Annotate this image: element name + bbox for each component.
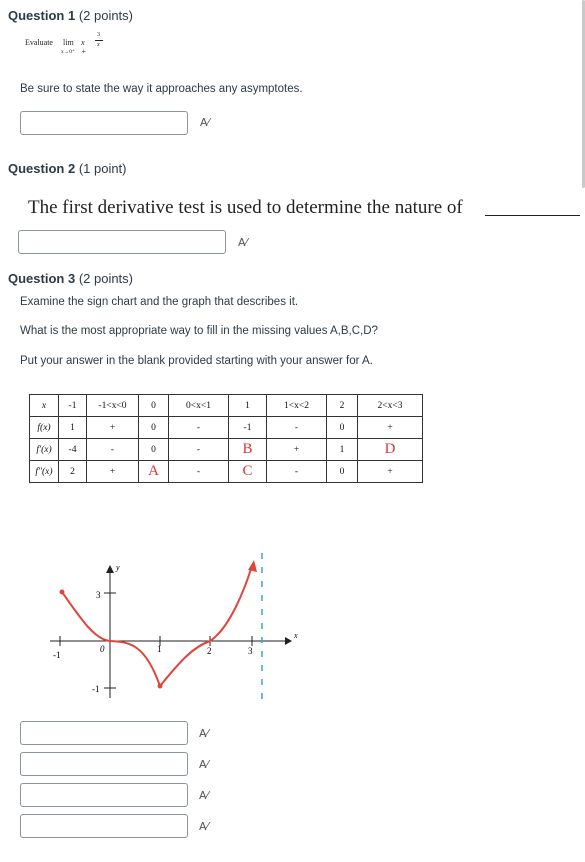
spellcheck-icon[interactable]: A⁄ [199, 727, 208, 740]
q1-expression: Evaluate lim x→0⁺ x + 3 x [25, 32, 103, 56]
table-cell: + [86, 460, 139, 483]
spellcheck-icon[interactable]: A⁄ [199, 820, 208, 833]
lim-label: lim [63, 38, 74, 47]
table-row: f(x) 1 + 0 - -1 - 0 + [29, 416, 423, 439]
table-cell: + [86, 416, 139, 439]
table-cell: 2 [58, 460, 87, 483]
table-cell: + [266, 438, 327, 461]
x-axis-arrow [285, 637, 292, 645]
table-cell: -1 [228, 416, 267, 439]
table-header-cell: 2<x<3 [357, 394, 423, 417]
q1-answer-input[interactable] [20, 111, 188, 135]
question-3-header: Question 3 (2 points) [8, 271, 133, 286]
table-row: f′(x) -4 - 0 - B + 1 D [29, 438, 423, 461]
table-cell: + [357, 416, 423, 439]
table-cell: f(x) [29, 416, 59, 439]
q3-line-2: What is the most appropriate way to fill… [20, 325, 378, 337]
evaluate-label: Evaluate [25, 38, 53, 47]
spellcheck-icon[interactable]: A⁄ [238, 236, 247, 249]
table-row: x -1 -1<x<0 0 0<x<1 1 1<x<2 2 2<x<3 [29, 394, 423, 417]
table-cell: - [86, 438, 139, 461]
table-cell: 0 [138, 416, 169, 439]
table-cell: - [168, 460, 229, 483]
table-header-cell: -1<x<0 [86, 394, 139, 417]
x-label-1: 1 [157, 644, 162, 654]
expr-text: x + [81, 38, 87, 56]
x-axis-label: x [293, 631, 298, 640]
spellcheck-icon[interactable]: A⁄ [199, 789, 208, 802]
table-cell: 1 [58, 416, 87, 439]
table-header-cell: x [29, 394, 59, 417]
q3-answer-input-b[interactable] [20, 752, 188, 776]
x-label-3: 3 [248, 646, 253, 656]
origin-label: 0 [100, 644, 105, 654]
frac-bar [95, 40, 103, 41]
function-graph: y x 3 -1 -1 0 1 2 3 [50, 553, 298, 703]
q2-prompt: The first derivative test is used to det… [28, 197, 463, 219]
table-cell-missing-a: A [138, 460, 169, 483]
table-row: f″(x) 2 + A - C - 0 + [29, 460, 423, 483]
table-header-cell: 0<x<1 [168, 394, 229, 417]
y-axis-arrow [106, 565, 114, 573]
table-cell: + [357, 460, 423, 483]
table-cell: 0 [326, 416, 358, 439]
table-header-cell: 1 [228, 394, 267, 417]
question-title: Question 1 [8, 8, 76, 23]
lim-approach: x→0⁺ [61, 49, 75, 55]
frac-denominator: x [97, 42, 100, 48]
table-header-cell: -1 [58, 394, 87, 417]
frac-numerator: 3 [97, 32, 100, 38]
q3-line-3: Put your answer in the blank provided st… [20, 355, 373, 367]
question-points: (2 points) [78, 271, 134, 286]
table-header-cell: 1<x<2 [266, 394, 327, 417]
question-2-header: Question 2 (1 point) [8, 161, 127, 176]
table-cell: 0 [138, 438, 169, 461]
spellcheck-icon[interactable]: A⁄ [200, 116, 209, 129]
question-points: (2 points) [78, 8, 134, 23]
sign-chart-table: x -1 -1<x<0 0 0<x<1 1 1<x<2 2 2<x<3 f(x)… [29, 394, 423, 483]
table-cell: 1 [326, 438, 358, 461]
table-header-cell: 2 [326, 394, 358, 417]
table-cell: f′(x) [29, 438, 59, 461]
table-cell: f″(x) [29, 460, 59, 483]
q3-answer-input-d[interactable] [20, 814, 188, 838]
q3-line-1: Examine the sign chart and the graph tha… [20, 296, 299, 308]
spellcheck-icon[interactable]: A⁄ [199, 758, 208, 771]
question-title: Question 3 [8, 271, 76, 286]
table-cell: - [168, 438, 229, 461]
q2-prompt-text: The first derivative test is used to det… [28, 197, 463, 218]
table-cell: - [266, 416, 327, 439]
table-cell: - [266, 460, 327, 483]
table-cell: - [168, 416, 229, 439]
table-cell-missing-b: B [228, 438, 267, 461]
q2-answer-input[interactable] [18, 230, 226, 254]
q2-blank-line [485, 215, 580, 216]
table-cell: -4 [58, 438, 87, 461]
curve-endpoint [59, 589, 65, 595]
question-title: Question 2 [8, 161, 76, 176]
y-label-neg1: -1 [92, 684, 100, 694]
q3-answer-input-c[interactable] [20, 783, 188, 807]
q1-instruction: Be sure to state the way it approaches a… [20, 83, 303, 95]
x-label-neg1: -1 [53, 650, 61, 660]
y-axis-label: y [115, 563, 120, 572]
curve-arrow [248, 560, 257, 572]
y-label-3: 3 [96, 590, 101, 600]
table-header-cell: 0 [138, 394, 169, 417]
x-label-2: 2 [207, 646, 212, 656]
question-points: (1 point) [78, 161, 127, 176]
table-cell: 0 [326, 460, 358, 483]
question-1-header: Question 1 (2 points) [8, 8, 133, 23]
q3-answer-input-a[interactable] [20, 721, 188, 745]
curve-minimum-point [157, 683, 163, 689]
function-curve [61, 565, 253, 688]
table-cell-missing-d: D [357, 438, 423, 461]
table-cell-missing-c: C [228, 460, 267, 483]
